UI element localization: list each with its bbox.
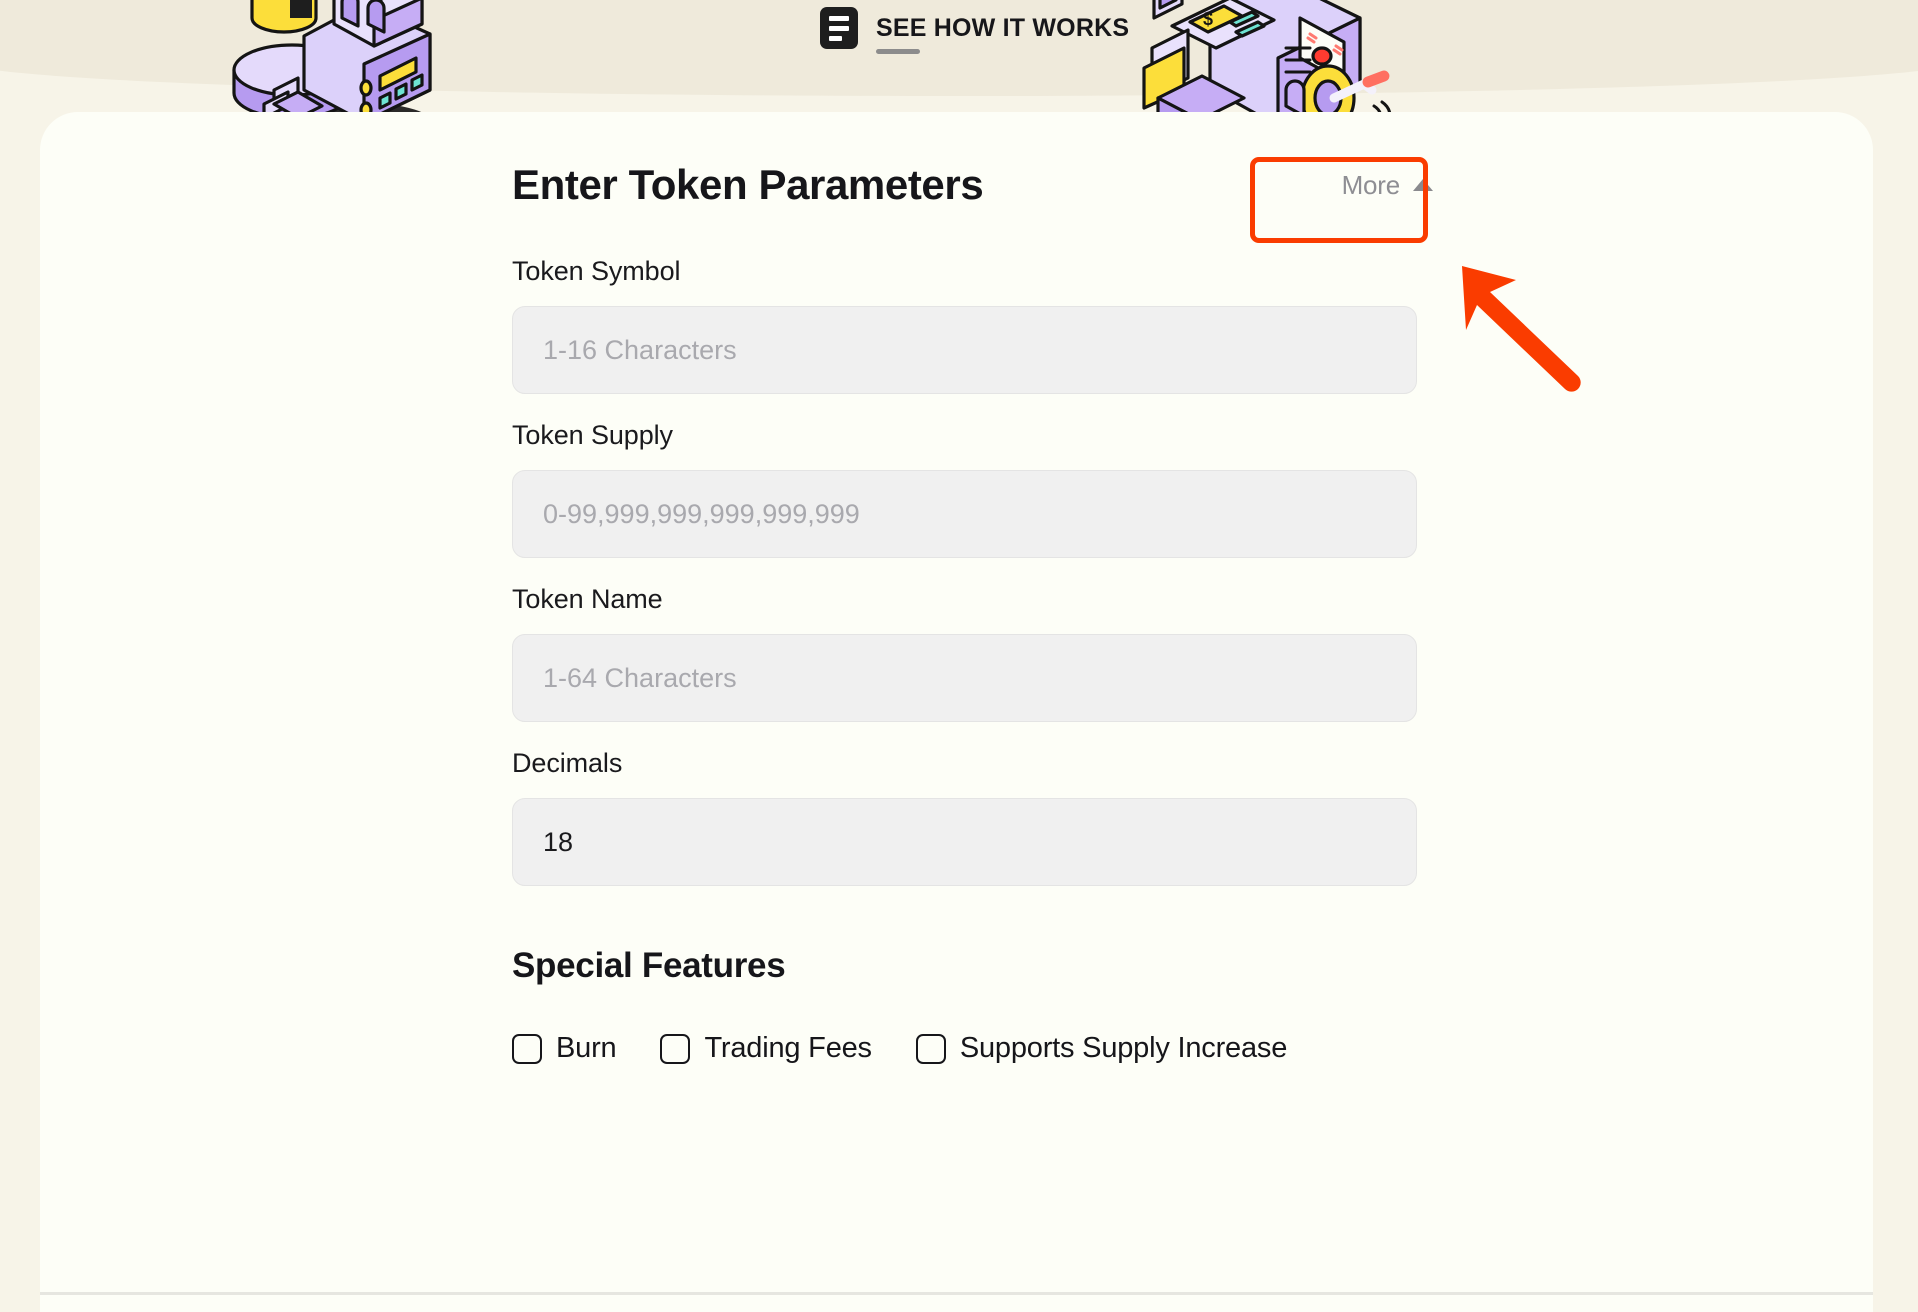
field-group-token-name: Token Name (512, 584, 1447, 722)
svg-text:$: $ (1203, 9, 1213, 29)
see-how-it-works-text-wrap: SEE HOW IT WORKS (876, 13, 1130, 54)
checkbox-option-trading-fees[interactable]: Trading Fees (660, 1032, 872, 1065)
input-token-name[interactable] (512, 634, 1417, 722)
checkbox-label-trading-fees: Trading Fees (704, 1032, 872, 1064)
input-decimals[interactable] (512, 798, 1417, 886)
chevron-up-icon (1413, 179, 1433, 191)
field-group-token-supply: Token Supply (512, 420, 1447, 558)
label-token-symbol: Token Symbol (512, 256, 681, 286)
field-group-decimals: Decimals (512, 748, 1447, 886)
label-token-supply: Token Supply (512, 420, 673, 450)
token-parameters-card: Enter Token Parameters More Token Symbol… (40, 112, 1873, 1312)
token-parameters-form: Enter Token Parameters More Token Symbol… (512, 140, 1447, 1065)
form-header: Enter Token Parameters More (512, 140, 1447, 230)
field-group-token-symbol: Token Symbol (512, 256, 1447, 394)
card-bottom-divider (40, 1292, 1873, 1295)
see-how-it-works-link[interactable]: SEE HOW IT WORKS (820, 0, 1129, 56)
label-token-name: Token Name (512, 584, 663, 614)
checkbox-supports-supply-increase[interactable] (915, 1033, 946, 1064)
document-lines-icon (820, 7, 858, 49)
checkbox-option-supports-supply-increase[interactable]: Supports Supply Increase (915, 1032, 1288, 1065)
input-token-supply[interactable] (512, 470, 1417, 558)
checkbox-burn[interactable] (512, 1033, 542, 1064)
checkbox-trading-fees[interactable] (660, 1033, 691, 1064)
checkbox-option-burn[interactable]: Burn (512, 1032, 617, 1065)
special-features-options: Burn Trading Fees Supports Supply Increa… (512, 1032, 1447, 1065)
page-title: Enter Token Parameters (512, 161, 984, 208)
more-button[interactable]: More (1328, 164, 1447, 207)
input-token-symbol[interactable] (512, 306, 1417, 394)
special-features-title: Special Features (512, 946, 786, 985)
link-underline (876, 48, 920, 54)
more-button-label: More (1341, 169, 1401, 200)
see-how-it-works-label: SEE HOW IT WORKS (876, 13, 1130, 42)
checkbox-label-supports-supply-increase: Supports Supply Increase (959, 1032, 1288, 1064)
checkbox-label-burn: Burn (556, 1032, 617, 1064)
label-decimals: Decimals (512, 748, 623, 778)
